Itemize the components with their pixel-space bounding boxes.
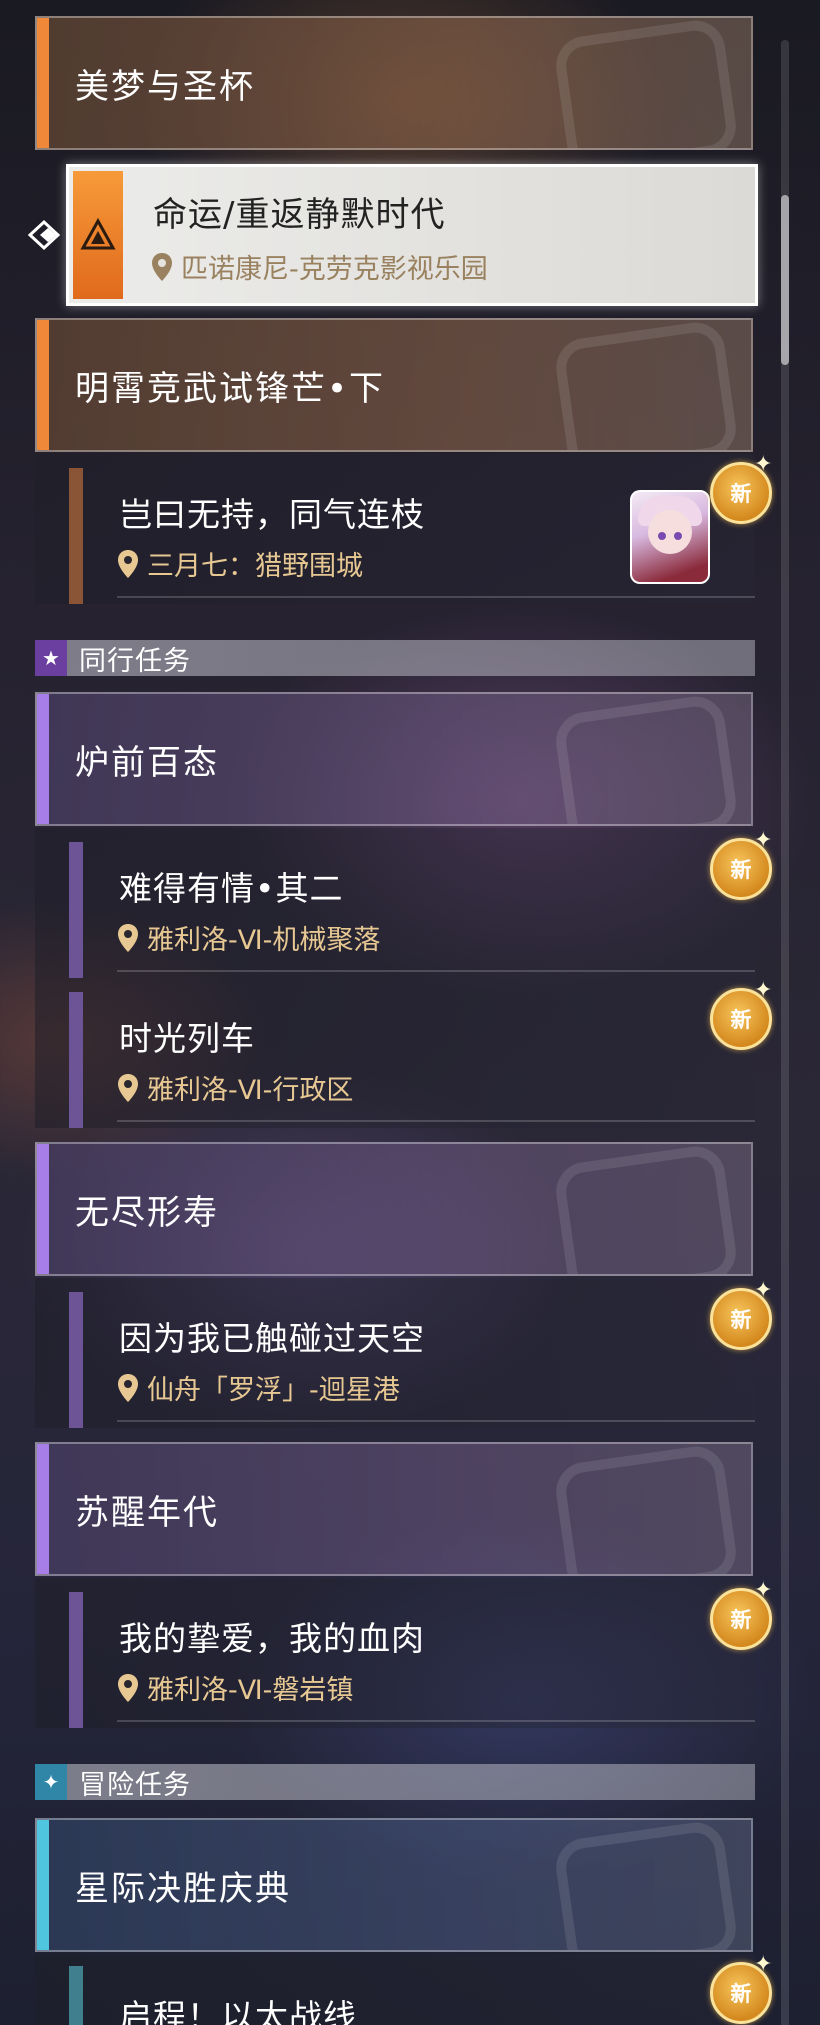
quest-location: 雅利洛-Ⅵ-磐岩镇 <box>117 1668 353 1707</box>
group-accent-bar <box>37 18 49 148</box>
selected-quest-item[interactable]: 命运/重返静默时代 匹诺康尼-克劳克影视乐园 <box>66 164 758 306</box>
item-accent-bar <box>69 1966 83 2025</box>
quest-group-wujin[interactable]: 无尽形寿 <box>35 1142 753 1276</box>
scrollbar-thumb[interactable] <box>781 195 789 365</box>
quest-title: 难得有情•其二 <box>119 869 344 908</box>
quest-location: 匹诺康尼-克劳克影视乐园 <box>151 247 488 286</box>
sparkle-icon: ✦ <box>754 978 773 1003</box>
quest-location-text: 雅利洛-Ⅵ-机械聚落 <box>147 925 381 956</box>
location-pin-icon <box>118 1373 138 1402</box>
quest-location-text: 雅利洛-Ⅵ-行政区 <box>147 1075 354 1106</box>
quest-group-luqian[interactable]: 炉前百态 <box>35 692 753 826</box>
group-emblem-icon <box>552 18 740 148</box>
sparkle-icon: ✦ <box>754 452 773 477</box>
item-divider <box>117 1720 755 1722</box>
group-emblem-icon <box>552 694 740 824</box>
quest-group-xingji[interactable]: 星际决胜庆典 <box>35 1818 753 1952</box>
quest-title: 因为我已触碰过天空 <box>119 1319 425 1358</box>
item-accent-bar <box>69 1592 83 1728</box>
item-divider <box>117 970 755 972</box>
quest-item[interactable]: 因为我已触碰过天空 仙舟「罗浮」-迴星港 <box>35 1278 755 1428</box>
section-label: 同行任务 <box>79 645 191 677</box>
group-emblem-icon <box>552 1444 740 1574</box>
sparkle-icon: ✦ <box>754 1952 773 1977</box>
quest-title: 我的挚爱，我的血肉 <box>119 1619 425 1658</box>
quest-group-dream-grail[interactable]: 美梦与圣杯 <box>35 16 753 150</box>
group-accent-bar <box>37 320 49 450</box>
sparkle-icon: ✦ <box>754 828 773 853</box>
item-divider <box>117 596 755 598</box>
trailblaze-mission-icon <box>80 217 116 250</box>
quest-location-text: 仙舟「罗浮」-迴星港 <box>147 1375 400 1406</box>
quest-location-text: 三月七：猎野围城 <box>147 551 363 582</box>
group-accent-bar <box>37 1444 49 1574</box>
group-title: 无尽形寿 <box>75 1192 219 1233</box>
section-adventure-missions: ✦ 冒险任务 <box>35 1764 755 1801</box>
group-title: 明霄竞武试锋芒•下 <box>75 368 386 409</box>
quest-location: 仙舟「罗浮」-迴星港 <box>117 1368 400 1407</box>
location-pin-icon <box>152 252 172 281</box>
compass-star-icon: ✦ <box>35 1764 67 1800</box>
group-accent-bar <box>37 1144 49 1274</box>
selection-arrow-icon <box>26 218 66 256</box>
group-emblem-icon <box>552 320 740 450</box>
sparkle-icon: ✦ <box>754 1578 773 1603</box>
location-pin-icon <box>118 923 138 952</box>
item-accent-bar <box>69 468 83 604</box>
quest-group-suxing[interactable]: 苏醒年代 <box>35 1442 753 1576</box>
location-pin-icon <box>118 1673 138 1702</box>
quest-title: 岂曰无持，同气连枝 <box>119 495 425 534</box>
section-label: 冒险任务 <box>79 1769 191 1801</box>
location-pin-icon <box>118 1073 138 1102</box>
quest-title: 命运/重返静默时代 <box>153 195 446 235</box>
quest-item[interactable]: 时光列车 雅利洛-Ⅵ-行政区 <box>35 978 755 1128</box>
quest-item[interactable]: 启程！以太战线 <box>35 1954 755 2025</box>
group-title: 苏醒年代 <box>75 1492 219 1533</box>
sparkle-icon: ✦ <box>754 1278 773 1303</box>
star-icon: ★ <box>35 640 67 676</box>
item-divider <box>117 1120 755 1122</box>
section-companion-missions: ★ 同行任务 <box>35 640 755 677</box>
item-divider <box>117 1420 755 1422</box>
quest-group-mingxiao[interactable]: 明霄竞武试锋芒•下 <box>35 318 753 452</box>
group-emblem-icon <box>552 1820 740 1950</box>
group-title: 美梦与圣杯 <box>75 66 255 107</box>
item-accent-bar <box>69 992 83 1128</box>
location-pin-icon <box>118 549 138 578</box>
character-avatar <box>630 490 710 584</box>
quest-location: 雅利洛-Ⅵ-行政区 <box>117 1068 353 1107</box>
quest-item[interactable]: 我的挚爱，我的血肉 雅利洛-Ⅵ-磐岩镇 <box>35 1578 755 1728</box>
quest-title: 启程！以太战线 <box>119 1997 357 2025</box>
item-accent-bar <box>69 1292 83 1428</box>
quest-location-text: 雅利洛-Ⅵ-磐岩镇 <box>147 1675 354 1706</box>
group-title: 星际决胜庆典 <box>75 1868 291 1909</box>
quest-type-badge <box>73 171 123 299</box>
quest-location: 雅利洛-Ⅵ-机械聚落 <box>117 918 380 957</box>
quest-location: 三月七：猎野围城 <box>117 544 363 583</box>
item-accent-bar <box>69 842 83 978</box>
quest-title: 时光列车 <box>119 1019 255 1058</box>
quest-item[interactable]: 难得有情•其二 雅利洛-Ⅵ-机械聚落 <box>35 828 755 978</box>
group-emblem-icon <box>552 1144 740 1274</box>
group-accent-bar <box>37 1820 49 1950</box>
group-title: 炉前百态 <box>75 742 219 783</box>
group-accent-bar <box>37 694 49 824</box>
quest-location-text: 匹诺康尼-克劳克影视乐园 <box>181 254 488 285</box>
